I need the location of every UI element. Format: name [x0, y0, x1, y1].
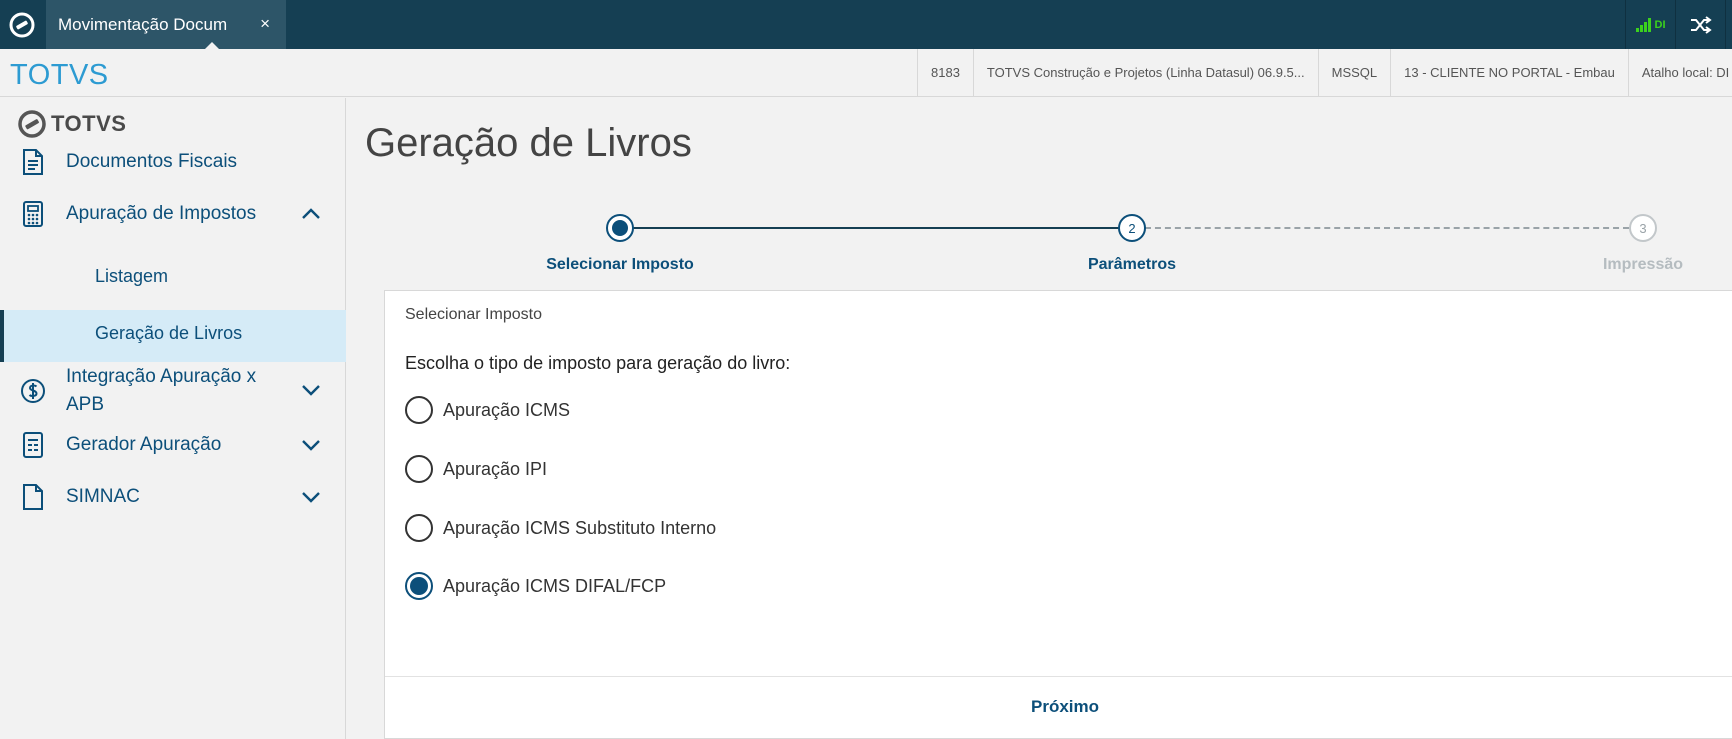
- sidebar-subitem-geracao-livros[interactable]: Geração de Livros: [0, 310, 346, 362]
- card-question: Escolha o tipo de imposto para geração d…: [405, 353, 791, 373]
- step-3-indicator[interactable]: 3: [1629, 214, 1657, 242]
- step-number: 3: [1639, 220, 1647, 236]
- sidebar-logo: TOTVS: [18, 110, 126, 138]
- shuffle-button[interactable]: [1675, 0, 1725, 49]
- sidebar-subitem-label: Geração de Livros: [95, 323, 243, 343]
- chevron-down-icon[interactable]: [300, 379, 322, 401]
- file-icon: [23, 484, 43, 510]
- step-1-indicator[interactable]: [606, 214, 634, 242]
- sidebar-subitem-label: Listagem: [95, 266, 169, 286]
- report-icon: [23, 432, 43, 458]
- document-icon: [23, 149, 43, 175]
- radio-option-icms-substituto[interactable]: Apuração ICMS Substituto Interno: [405, 514, 716, 542]
- info-product[interactable]: TOTVS Construção e Projetos (Linha Datas…: [972, 49, 1318, 96]
- totvs-logo-icon: [18, 110, 46, 138]
- tab-movimentacao[interactable]: Movimentação Docum ×: [46, 0, 286, 50]
- top-bar: Movimentação Docum × DI: [0, 0, 1732, 50]
- brand-title[interactable]: TOTVS: [10, 59, 109, 92]
- info-bar: TOTVS 8183 TOTVS Construção e Projetos (…: [0, 49, 1732, 97]
- top-edge: [1725, 0, 1732, 49]
- step-done-dot: [612, 220, 628, 236]
- card-heading: Selecionar Imposto: [405, 306, 542, 323]
- radio-button[interactable]: [405, 455, 433, 483]
- radio-option-icms-difal[interactable]: Apuração ICMS DIFAL/FCP: [405, 572, 666, 600]
- radio-button-checked[interactable]: [405, 572, 433, 600]
- sidebar-item-label: Gerador Apuração: [66, 434, 222, 455]
- step-2-indicator[interactable]: 2: [1118, 214, 1146, 242]
- chevron-up-icon[interactable]: [300, 203, 322, 225]
- radio-button[interactable]: [405, 514, 433, 542]
- radio-option-icms[interactable]: Apuração ICMS: [405, 396, 570, 424]
- info-company-code[interactable]: 8183: [917, 49, 973, 96]
- signal-label: DI: [1654, 18, 1666, 31]
- stepper-line-pending: [1145, 227, 1629, 229]
- info-database[interactable]: MSSQL: [1317, 49, 1391, 96]
- next-button[interactable]: Próximo: [1031, 697, 1099, 717]
- step-3-label: Impressão: [1602, 256, 1684, 273]
- sidebar-item-label: Apuração de Impostos: [66, 203, 257, 224]
- sidebar-subitem-listagem[interactable]: Listagem: [0, 253, 346, 305]
- signal-icon: [1635, 17, 1651, 32]
- sidebar-item-simnac[interactable]: SIMNAC: [0, 483, 346, 523]
- tab-title: Movimentação Docum: [58, 14, 228, 34]
- chevron-down-icon[interactable]: [300, 434, 322, 456]
- radio-label: Apuração ICMS DIFAL/FCP: [443, 575, 667, 596]
- totvs-logo-icon: [9, 12, 35, 37]
- close-icon[interactable]: ×: [260, 14, 270, 34]
- sidebar-item-label: Documentos Fiscais: [66, 151, 238, 172]
- chevron-down-icon[interactable]: [300, 486, 322, 508]
- radio-button[interactable]: [405, 396, 433, 424]
- radio-label: Apuração ICMS: [443, 399, 571, 420]
- stepper-line-complete: [620, 227, 1132, 229]
- sidebar: TOTVS Documentos Fiscais Apuração de Imp…: [0, 98, 346, 739]
- connection-status[interactable]: DI: [1625, 0, 1675, 49]
- step-number: 2: [1128, 220, 1136, 236]
- sidebar-item-label: Integração Apuração x APB: [66, 366, 257, 415]
- radio-option-ipi[interactable]: Apuração IPI: [405, 455, 547, 483]
- radio-label: Apuração ICMS Substituto Interno: [443, 517, 717, 538]
- sidebar-item-documentos-fiscais[interactable]: Documentos Fiscais: [0, 148, 346, 188]
- sidebar-item-apuracao-impostos[interactable]: Apuração de Impostos: [0, 200, 346, 240]
- sidebar-item-integracao-apb[interactable]: Integração Apuração x APB: [0, 363, 346, 423]
- info-establishment[interactable]: 13 - CLIENTE NO PORTAL - Embau: [1390, 49, 1628, 96]
- radio-dot: [410, 577, 428, 595]
- radio-label: Apuração IPI: [443, 458, 548, 479]
- home-button[interactable]: [0, 0, 44, 49]
- dollar-icon: [21, 379, 45, 403]
- card-divider: [385, 676, 1732, 677]
- step-2-label[interactable]: Parâmetros: [1088, 256, 1176, 274]
- info-shortcut[interactable]: Atalho local: DI: [1627, 49, 1732, 96]
- step-1-label[interactable]: Selecionar Imposto: [546, 256, 694, 274]
- sidebar-item-gerador-apuracao[interactable]: Gerador Apuração: [0, 431, 346, 471]
- tax-selection-card: Selecionar Imposto Escolha o tipo de imp…: [384, 290, 1732, 739]
- sidebar-logo-text: TOTVS: [51, 111, 127, 136]
- shuffle-icon: [1690, 15, 1712, 34]
- sidebar-item-label: SIMNAC: [66, 486, 140, 507]
- page-title: Geração de Livros: [365, 121, 692, 165]
- calculator-icon: [23, 201, 43, 227]
